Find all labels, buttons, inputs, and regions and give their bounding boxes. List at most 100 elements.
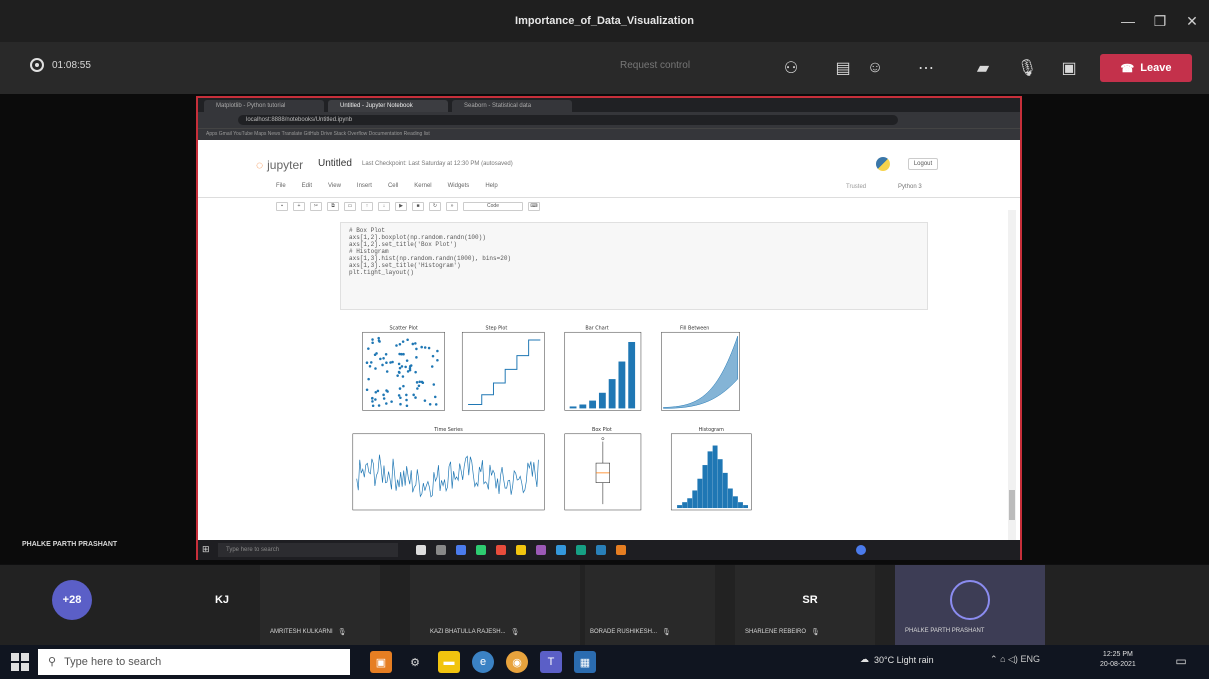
- bookmarks-bar[interactable]: Apps Gmail YouTube Maps News Translate G…: [198, 128, 1020, 140]
- avatar[interactable]: KJ: [202, 580, 242, 620]
- presenter-name: PHALKE PARTH PRASHANT: [22, 541, 118, 548]
- scatter-point: [400, 352, 403, 356]
- move-down-icon[interactable]: ↓: [378, 201, 390, 211]
- notebook-name[interactable]: Untitled: [318, 158, 352, 169]
- teams-icon[interactable]: T: [540, 651, 562, 673]
- scatter-point: [405, 359, 409, 362]
- avatar[interactable]: SR: [790, 580, 830, 620]
- scatter-point: [406, 338, 409, 342]
- menu-kernel[interactable]: Kernel: [414, 183, 431, 189]
- camera-off-icon[interactable]: ▰: [970, 56, 996, 80]
- participants-icon[interactable]: ⚇: [778, 56, 804, 80]
- scatter-point: [416, 387, 419, 390]
- keyboard-icon[interactable]: ⌨: [528, 201, 540, 211]
- reactions-icon[interactable]: ☺: [862, 56, 888, 80]
- notification-icon[interactable]: ▭: [1172, 652, 1190, 670]
- kernel-name[interactable]: Python 3: [898, 184, 922, 190]
- minimize-icon[interactable]: —: [1112, 0, 1144, 42]
- menu-file[interactable]: File: [276, 183, 286, 189]
- trusted-badge[interactable]: Trusted: [846, 184, 866, 190]
- scatter-point: [399, 396, 402, 400]
- chart-title: Fill Between: [680, 325, 709, 331]
- participant-name-text: SHARLENE REBEIRO: [745, 629, 807, 635]
- scatter-point: [427, 346, 431, 350]
- avatar[interactable]: [950, 580, 990, 620]
- scrollbar-thumb[interactable]: [1009, 490, 1015, 520]
- menu-help[interactable]: Help: [485, 183, 497, 189]
- browser-tab-active[interactable]: Untitled - Jupyter Notebook: [328, 100, 448, 112]
- weather-text: 30°C Light rain: [874, 654, 934, 665]
- avatar[interactable]: [314, 580, 354, 620]
- scatter-point: [409, 364, 413, 367]
- paste-icon[interactable]: ▭: [344, 201, 356, 211]
- more-icon[interactable]: ⋯: [913, 56, 939, 80]
- chevron-up-icon: ⌃: [990, 654, 998, 664]
- scatter-point: [415, 356, 418, 359]
- run-icon[interactable]: ▶: [395, 201, 407, 211]
- move-up-icon[interactable]: ↑: [361, 201, 373, 211]
- stop-icon[interactable]: ■: [412, 201, 424, 211]
- menu-insert[interactable]: Insert: [357, 183, 372, 189]
- menu-view[interactable]: View: [328, 183, 341, 189]
- code-line: axs[1,3].hist(np.random.randn(1000), bin…: [349, 255, 512, 262]
- python-logo-icon: [876, 157, 890, 171]
- office-app-icon[interactable]: ▣: [370, 651, 392, 673]
- share-icon[interactable]: ▣: [1056, 56, 1082, 80]
- windows-start-icon[interactable]: [8, 650, 30, 672]
- cell-type-select[interactable]: Code: [463, 201, 523, 211]
- restart-icon[interactable]: ↻: [429, 201, 441, 211]
- address-bar[interactable]: localhost:8888/notebooks/Untitled.ipynb: [238, 115, 898, 125]
- code-cell[interactable]: # Box Plot axs[1,2].boxplot(np.random.ran…: [340, 222, 928, 310]
- jupyter-logo[interactable]: ◌ jupyter: [256, 158, 303, 172]
- taskbar-search[interactable]: ⚲ Type here to search: [38, 649, 350, 675]
- maximize-icon[interactable]: ❐: [1144, 0, 1176, 42]
- system-tray[interactable]: ⌃ ⌂ ◁) ENG: [990, 654, 1040, 665]
- subplot-histogram: Histogram: [670, 427, 752, 511]
- chrome-icon[interactable]: ◉: [506, 651, 528, 673]
- scatter-point: [436, 349, 439, 353]
- avatar[interactable]: [128, 580, 168, 620]
- save-icon[interactable]: ▪: [276, 201, 288, 211]
- edge-icon[interactable]: e: [472, 651, 494, 673]
- fast-forward-icon[interactable]: »: [446, 201, 458, 211]
- scatter-point: [370, 361, 373, 364]
- settings-icon[interactable]: ⚙: [404, 651, 426, 673]
- code-line: axs[1,2].boxplot(np.random.randn(100)): [349, 234, 486, 241]
- copy-icon[interactable]: ⧉: [327, 201, 339, 211]
- menu-widgets[interactable]: Widgets: [448, 183, 470, 189]
- file-explorer-icon[interactable]: ▬: [438, 651, 460, 673]
- shared-app-icon: [496, 545, 506, 555]
- avatar[interactable]: [476, 580, 516, 620]
- scatter-point: [385, 370, 389, 373]
- request-control-button[interactable]: Request control: [620, 60, 690, 71]
- mic-off-icon[interactable]: 🎙︎: [1014, 56, 1040, 80]
- avatar[interactable]: [630, 580, 670, 620]
- logout-button[interactable]: Logout: [908, 158, 938, 170]
- close-icon[interactable]: ✕: [1176, 0, 1208, 42]
- scatter-point: [370, 397, 374, 400]
- leave-button[interactable]: ☎ Leave: [1100, 54, 1192, 82]
- bar: [628, 341, 636, 409]
- scatter-point: [398, 342, 402, 346]
- taskbar-clock[interactable]: 12:25 PM 20-08-2021: [1100, 650, 1136, 670]
- scatter-point: [430, 365, 434, 368]
- chat-icon[interactable]: ▤: [830, 56, 856, 80]
- app-icon[interactable]: ▦: [574, 651, 596, 673]
- cut-icon[interactable]: ✂: [310, 201, 322, 211]
- menu-edit[interactable]: Edit: [302, 183, 312, 189]
- scatter-point: [397, 370, 401, 374]
- menu-cell[interactable]: Cell: [388, 183, 398, 189]
- recording-icon: [30, 58, 44, 72]
- weather-widget[interactable]: ☁ 30°C Light rain: [860, 654, 934, 665]
- browser-tab[interactable]: Matplotlib - Python tutorial: [204, 100, 324, 112]
- histogram-bar: [712, 445, 718, 509]
- scatter-point: [365, 388, 369, 392]
- jupyter-header: [198, 140, 1020, 198]
- add-cell-icon[interactable]: +: [293, 201, 305, 211]
- browser-tab[interactable]: Seaborn - Statistical data: [452, 100, 572, 112]
- overflow-count[interactable]: +28: [52, 580, 92, 620]
- code-line: axs[1,3].set_title('Histogram'): [349, 262, 461, 269]
- avatar[interactable]: [1108, 580, 1148, 620]
- scatter-point: [415, 347, 418, 351]
- scatter-point: [402, 384, 405, 388]
